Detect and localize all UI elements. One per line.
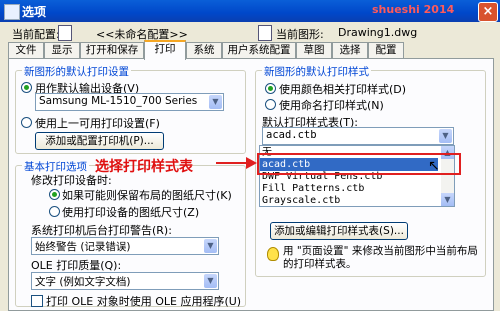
tab-profiles[interactable]: 配置 <box>368 42 404 58</box>
watermark: shueshi 2014 <box>372 3 455 16</box>
tab-user-preferences[interactable]: 用户系统配置 <box>222 42 296 58</box>
tab-selection[interactable]: 选择 <box>332 42 368 58</box>
tab-display[interactable]: 显示 <box>44 42 80 58</box>
use-color-styles-label: 使用颜色相关打印样式(D) <box>279 83 407 96</box>
keep-layout-paper-radio[interactable] <box>49 189 60 200</box>
current-config-label: 当前配置: <box>12 28 60 41</box>
use-named-styles-radio[interactable] <box>265 99 276 110</box>
scroll-down-icon[interactable]: ▼ <box>441 193 454 206</box>
config-icon <box>58 25 72 41</box>
edit-style-tables-button[interactable]: 添加或编辑打印样式表(S)... <box>270 222 408 240</box>
lightbulb-icon <box>267 247 279 261</box>
use-named-styles-label: 使用命名打印样式(N) <box>279 99 384 112</box>
drawing-icon <box>258 25 272 41</box>
use-color-styles-radio[interactable] <box>265 83 276 94</box>
annotation-arrowhead <box>246 157 257 169</box>
ole-quality-value: 文字 (例如文字文档) <box>35 276 131 288</box>
mouse-cursor-icon: ↖ <box>428 158 440 174</box>
current-drawing-label: 当前图形: <box>276 28 324 41</box>
default-table-value: acad.ctb <box>266 129 317 141</box>
chevron-down-icon[interactable]: ▼ <box>204 239 217 253</box>
use-as-default-radio[interactable] <box>21 82 32 93</box>
output-device-value: Samsung ML-1510_700 Series <box>39 95 198 107</box>
window-title: 选项 <box>22 5 47 19</box>
title-bar: 选项 shueshi 2014 × <box>0 0 500 22</box>
ole-quality-select[interactable]: 文字 (例如文字文档) ▼ <box>31 272 219 290</box>
ole-print-label: 打印 OLE 对象时使用 OLE 应用程序(U) <box>46 295 242 308</box>
default-output-title: 新图形的默认打印设置 <box>22 64 131 79</box>
app-icon <box>4 4 20 20</box>
ole-quality-label: OLE 打印质量(Q): <box>31 259 122 272</box>
use-last-label: 使用上一可用打印设置(F) <box>35 117 160 130</box>
list-item[interactable]: Grayscale.ctb <box>262 194 340 206</box>
annotation-callout: 选择打印样式表 <box>95 159 193 175</box>
tab-files[interactable]: 文件 <box>8 42 44 58</box>
tab-plot[interactable]: 打印 <box>144 40 186 60</box>
keep-layout-paper-label: 如果可能则保留布局的图纸尺寸(K) <box>62 189 232 202</box>
plot-style-title: 新图形的默认打印样式 <box>262 64 371 79</box>
default-table-select[interactable]: acad.ctb ▼ <box>262 127 454 145</box>
tab-drafting[interactable]: 草图 <box>296 42 332 58</box>
page-setup-note: 用 "页面设置" 来修改当前图形中当前布局的打印样式表。 <box>283 245 478 270</box>
use-last-radio[interactable] <box>21 117 32 128</box>
use-device-paper-label: 使用打印设备的图纸尺寸(Z) <box>62 206 200 219</box>
add-printer-button[interactable]: 添加或配置打印机(P)... <box>35 132 164 150</box>
chevron-down-icon[interactable]: ▼ <box>439 129 452 143</box>
current-drawing-value: Drawing1.dwg <box>338 26 418 39</box>
output-device-select[interactable]: Samsung ML-1510_700 Series ▼ <box>35 93 224 111</box>
annotation-arrow <box>216 162 248 164</box>
spooler-value: 始终警告 (记录错误) <box>35 241 131 253</box>
close-icon[interactable]: × <box>478 2 498 22</box>
spooler-label: 系统打印机后台打印警告(R): <box>31 224 172 237</box>
ole-print-checkbox[interactable] <box>31 295 43 307</box>
tab-open-save[interactable]: 打开和保存 <box>80 42 144 58</box>
tab-system[interactable]: 系统 <box>186 42 222 58</box>
chevron-down-icon[interactable]: ▼ <box>204 274 217 288</box>
spooler-select[interactable]: 始终警告 (记录错误) ▼ <box>31 237 219 255</box>
tab-strip: 文件 显示 打开和保存 打印 系统 用户系统配置 草图 选择 配置 <box>8 40 492 60</box>
chevron-down-icon[interactable]: ▼ <box>209 95 222 109</box>
use-device-paper-radio[interactable] <box>49 206 60 217</box>
